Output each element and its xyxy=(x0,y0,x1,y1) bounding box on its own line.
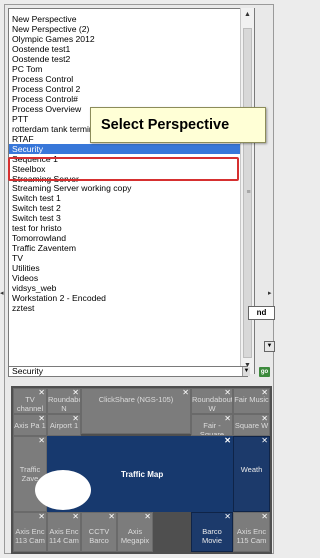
list-item[interactable]: New Perspective (2) xyxy=(9,24,254,34)
list-item[interactable]: Switch test 3 xyxy=(9,213,254,223)
close-icon[interactable]: ✕ xyxy=(72,513,79,521)
scroll-grip-icon: ≡ xyxy=(246,189,251,196)
close-icon[interactable]: ✕ xyxy=(182,389,189,397)
list-item[interactable]: Switch test 1 xyxy=(9,193,254,203)
tile[interactable]: ✕ Fair Music xyxy=(233,388,270,414)
tile-label: ClickShare (NGS-105) xyxy=(98,395,174,404)
close-icon[interactable]: ✕ xyxy=(38,437,45,445)
list-item[interactable]: New Perspective xyxy=(9,14,254,24)
perspective-combo[interactable]: Security ▼ xyxy=(8,366,250,377)
list-item[interactable]: vidsys_web xyxy=(9,283,254,293)
combo-value: Security xyxy=(12,366,44,376)
list-item[interactable]: Streaming Server working copy xyxy=(9,183,254,193)
close-icon[interactable]: ✕ xyxy=(224,436,231,445)
close-icon[interactable]: ✕ xyxy=(108,513,115,521)
close-icon[interactable]: ✕ xyxy=(38,389,45,397)
list-item[interactable]: zztest xyxy=(9,303,254,313)
close-icon[interactable]: ✕ xyxy=(261,513,268,521)
close-icon[interactable]: ✕ xyxy=(261,437,268,445)
select-perspective-tooltip: Select Perspective xyxy=(90,107,266,143)
list-item[interactable]: Traffic Zaventem xyxy=(9,243,254,253)
close-icon[interactable]: ✕ xyxy=(261,389,268,397)
list-item[interactable]: Process Control# xyxy=(9,94,254,104)
close-icon[interactable]: ✕ xyxy=(224,389,231,397)
list-item[interactable]: Process Control xyxy=(9,74,254,84)
perspective-preview: ✕TV channel ✕Roundabout N ✕ ClickShare (N… xyxy=(11,386,272,554)
selection-highlight-box xyxy=(8,157,239,181)
perspective-list[interactable]: New Perspective New Perspective (2) Olympi… xyxy=(8,8,255,374)
tile[interactable]: ✕ Axis Megapix xyxy=(117,512,153,552)
list-item[interactable]: PC Tom xyxy=(9,64,254,74)
close-icon[interactable]: ✕ xyxy=(38,513,45,521)
right-arrow-icon[interactable]: ▸ xyxy=(268,289,277,301)
list-item[interactable]: Security xyxy=(9,143,254,154)
list-item[interactable]: Oostende test2 xyxy=(9,54,254,64)
list-item[interactable]: Utilities xyxy=(9,263,254,273)
list-item[interactable]: Videos xyxy=(9,273,254,283)
tile[interactable]: ✕ Axis Enc 113 Cam xyxy=(13,512,47,552)
close-icon[interactable]: ✕ xyxy=(72,389,79,397)
go-button[interactable]: go xyxy=(259,367,270,377)
close-icon[interactable]: ✕ xyxy=(224,513,231,521)
tile[interactable]: ✕ Fair - Square xyxy=(191,414,233,436)
tile[interactable]: ✕ Barco Movie xyxy=(191,512,233,552)
close-icon[interactable]: ✕ xyxy=(72,415,79,423)
video-overlay-shape xyxy=(35,470,91,510)
list-item[interactable]: Switch test 2 xyxy=(9,203,254,213)
close-icon[interactable]: ✕ xyxy=(38,415,45,423)
tile[interactable]: ✕ Axis Pa 1 xyxy=(13,414,47,436)
tile[interactable]: ✕ Airport 1 xyxy=(47,414,81,436)
tile[interactable]: ✕ Axis Enc 114 Cam xyxy=(47,512,81,552)
close-icon[interactable]: ✕ xyxy=(224,415,231,423)
list-item[interactable]: test for hristo xyxy=(9,223,254,233)
tile[interactable]: ✕ Weath xyxy=(233,436,270,512)
list-item[interactable]: Olympic Games 2012 xyxy=(9,34,254,44)
tile[interactable]: ✕ CCTV Barco xyxy=(81,512,117,552)
close-icon[interactable]: ✕ xyxy=(261,415,268,423)
list-item[interactable]: Tomorrowland xyxy=(9,233,254,243)
list-item[interactable]: Process Control 2 xyxy=(9,84,254,94)
list-item[interactable]: Workstation 2 - Encoded xyxy=(9,293,254,303)
side-button[interactable]: nd xyxy=(248,306,275,320)
tile[interactable]: ✕ TV channel xyxy=(13,388,47,414)
chevron-down-icon[interactable]: ▼ xyxy=(242,367,250,376)
scroll-up-icon[interactable]: ▲ xyxy=(241,9,254,21)
side-dropdown-icon[interactable]: ▼ xyxy=(264,341,275,352)
left-arrow-icon[interactable]: ◂ xyxy=(0,289,5,301)
tile-label: Traffic Map xyxy=(121,470,164,479)
tile[interactable]: ✕ Roundabout W xyxy=(191,388,233,414)
tile[interactable]: ✕ Square W xyxy=(233,414,270,436)
tile[interactable]: ✕ Axis Enc 115 Cam xyxy=(233,512,270,552)
list-item[interactable]: TV xyxy=(9,253,254,263)
tile[interactable]: ✕Roundabout N xyxy=(47,388,81,414)
close-icon[interactable]: ✕ xyxy=(144,513,151,521)
list-item[interactable]: Oostende test1 xyxy=(9,44,254,54)
tile[interactable]: ✕ ClickShare (NGS-105) xyxy=(81,388,191,434)
